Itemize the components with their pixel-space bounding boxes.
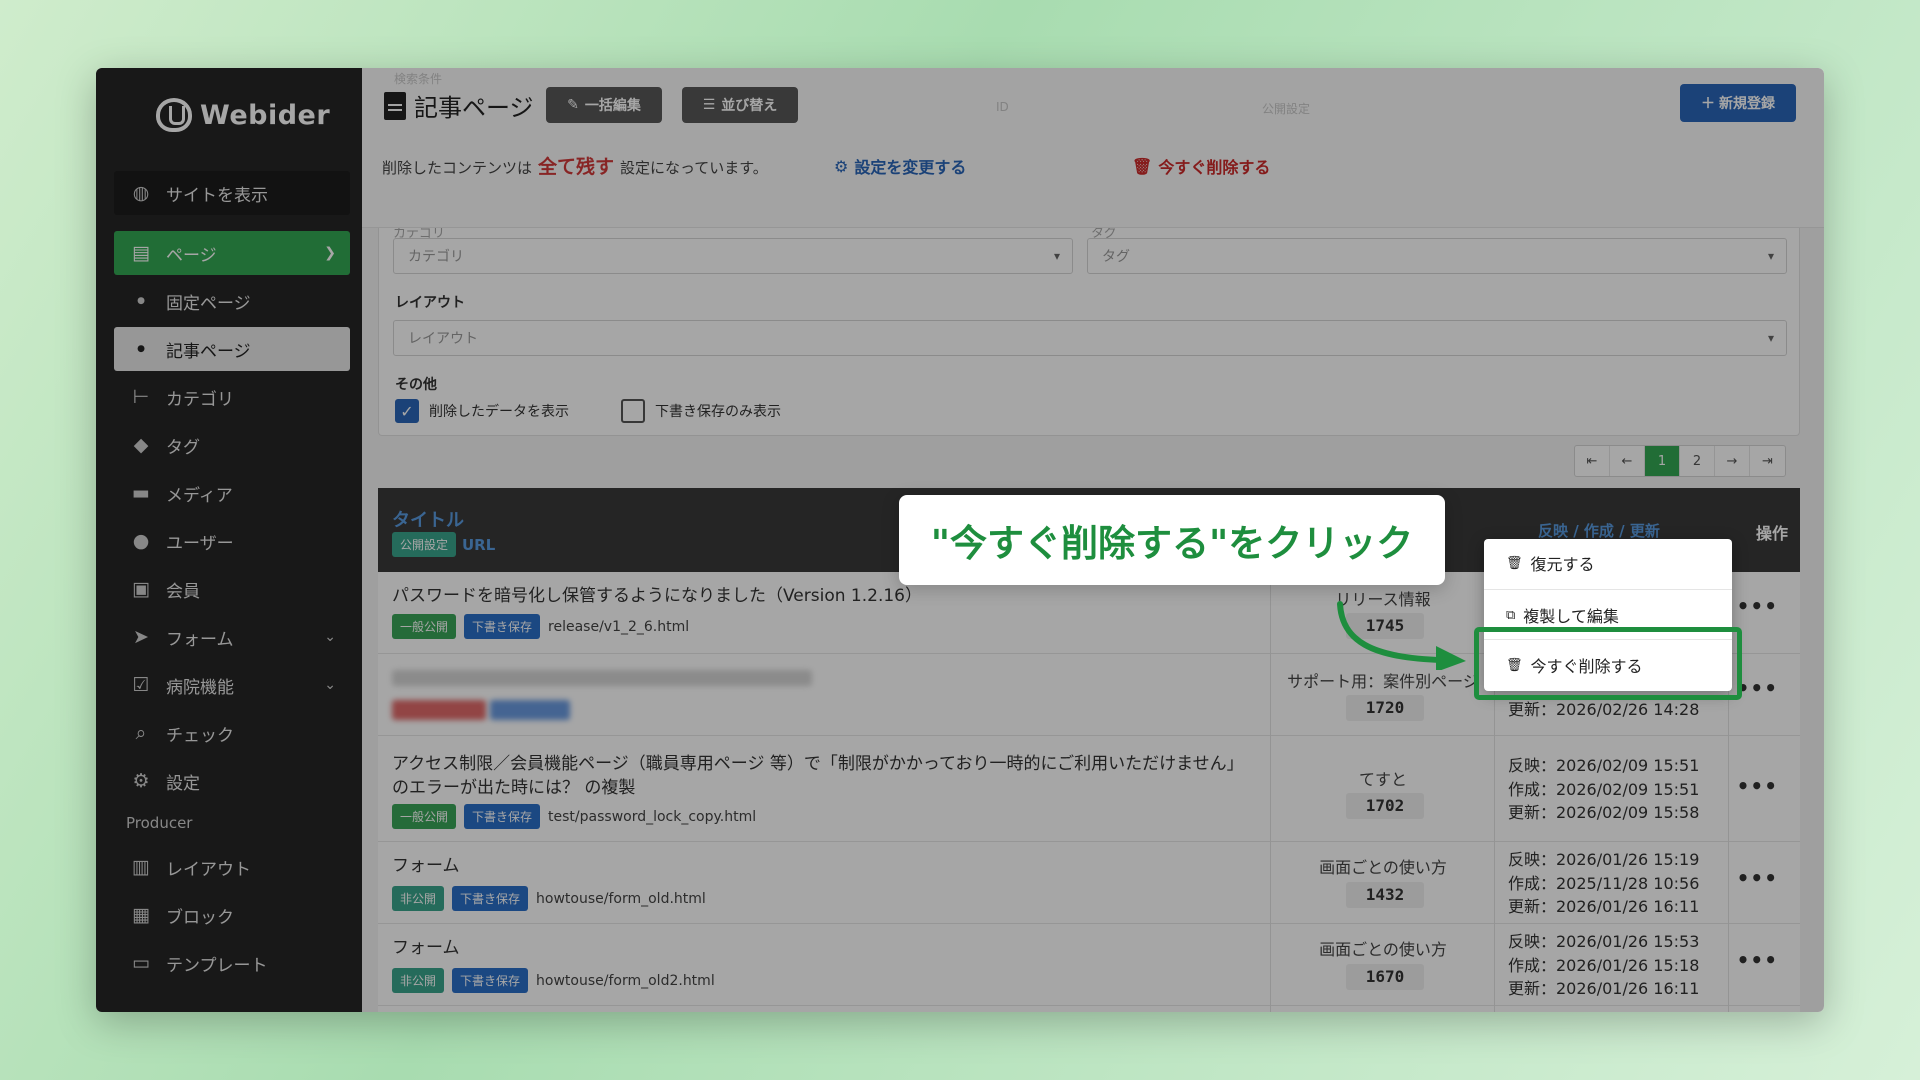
restore-menu-item[interactable]: 🗑 復元する [1484, 539, 1732, 587]
restore-label: 復元する [1530, 555, 1595, 574]
instruction-callout: "今すぐ削除する"をクリック [899, 495, 1445, 585]
highlight-box [1474, 627, 1742, 700]
callout-text: "今すぐ削除する"をクリック [930, 522, 1414, 565]
arrow-head [1436, 646, 1466, 670]
copy-icon: ⧉ [1506, 607, 1516, 623]
menu-divider [1484, 589, 1732, 590]
trash-icon: 🗑 [1506, 555, 1523, 571]
duplicate-label: 複製して編集 [1523, 607, 1619, 626]
arrow-shaft [1337, 601, 1445, 663]
annotation-arrow [1337, 601, 1466, 670]
